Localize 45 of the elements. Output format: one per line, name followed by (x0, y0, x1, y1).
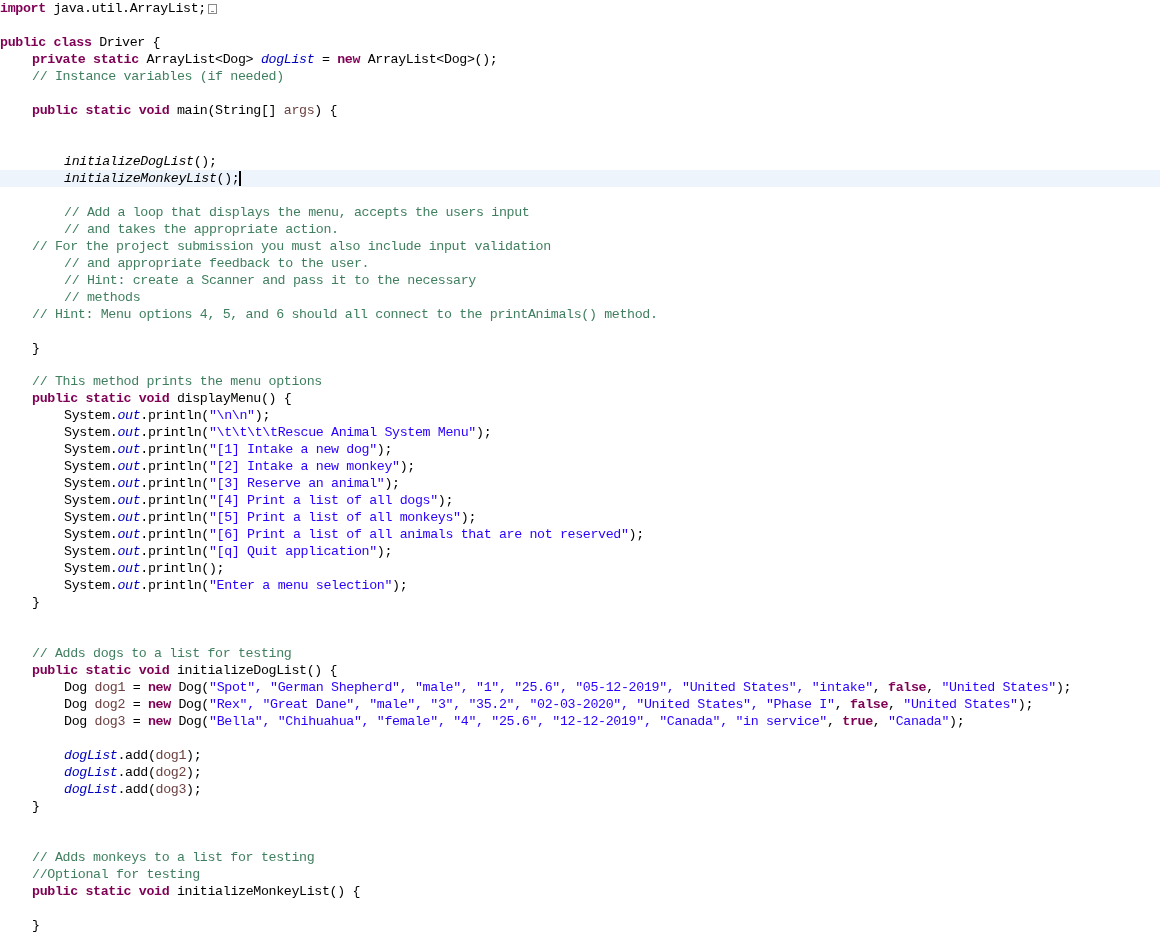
code-line: dogList.add(dog2); (64, 764, 202, 782)
code-line: // For the project submission you must also include input validation (32, 237, 551, 255)
code-line: System.out.println("[6] Print a list of all animals that are not reserved"); (64, 526, 644, 544)
code-line: // Hint: Menu options 4, 5, and 6 should all connect to the printAnimals() method. (32, 305, 658, 323)
code-line: // Add a loop that displays the menu, accepts the users input (64, 203, 530, 221)
code-line: System.out.println("\t\t\t\tRescue Animal System Menu"); (64, 424, 492, 442)
code-line: private static ArrayList<Dog> dogList = new ArrayList<Dog>(); (32, 50, 498, 68)
code-line: } (32, 798, 40, 816)
code-line: System.out.println("[1] Intake a new dog"); (64, 441, 393, 459)
code-line: System.out.println("[5] Print a list of all monkeys"); (64, 509, 476, 527)
code-line: Dog dog1 = new Dog("Spot", "German Shepherd", "male", "1", "25.6", "05-12-2019", "United States", "intake", false, "United States"); (64, 679, 1072, 697)
code-line: System.out.println(); (64, 560, 225, 578)
code-line: System.out.println("\n\n"); (64, 407, 270, 425)
code-line: Dog dog2 = new Dog("Rex", "Great Dane", "male", "3", "35.2", "02-03-2020", "United States", "Phase I", false, "United States"); (64, 696, 1034, 714)
code-line: public static void initializeDogList() { (32, 662, 338, 680)
code-line: } (32, 917, 40, 934)
code-line: //Optional for testing (32, 866, 200, 884)
code-line: // Instance variables (if needed) (32, 67, 284, 85)
folded-code-icon[interactable] (208, 3, 217, 14)
code-line: public class Driver { (0, 33, 161, 51)
code-line: dogList.add(dog3); (64, 781, 202, 799)
code-line: initializeDogList(); (64, 152, 217, 170)
code-line: } (32, 594, 40, 612)
code-line: public static void displayMenu() { (32, 390, 292, 408)
code-line: // Adds dogs to a list for testing (32, 645, 292, 663)
code-line: // Hint: create a Scanner and pass it to the necessary (64, 271, 476, 289)
code-line: } (32, 339, 40, 357)
code-line: // methods (64, 288, 141, 306)
code-line: System.out.println("Enter a menu selection"); (64, 577, 408, 595)
code-line: // This method prints the menu options (32, 373, 322, 391)
code-line: Dog dog3 = new Dog("Bella", "Chihuahua", "female", "4", "25.6", "12-12-2019", "Canada", "in service", true, "Canada"); (64, 713, 965, 731)
code-line: System.out.println("[3] Reserve an animal"); (64, 475, 400, 493)
code-editor[interactable] (0, 0, 1160, 934)
code-line: // Adds monkeys to a list for testing (32, 849, 315, 867)
code-line: import java.util.ArrayList; (0, 0, 206, 17)
code-line: System.out.println("[2] Intake a new monkey"); (64, 458, 415, 476)
code-line: public static void initializeMonkeyList() { (32, 883, 361, 901)
code-line: dogList.add(dog1); (64, 747, 202, 765)
text-cursor (239, 170, 242, 186)
code-line: initializeMonkeyList(); (64, 169, 240, 187)
code-line: System.out.println("[4] Print a list of all dogs"); (64, 492, 454, 510)
code-line: // and appropriate feedback to the user. (64, 254, 370, 272)
code-line: public static void main(String[] args) { (32, 101, 338, 119)
code-line: // and takes the appropriate action. (64, 220, 339, 238)
code-line: System.out.println("[q] Quit application"); (64, 543, 393, 561)
